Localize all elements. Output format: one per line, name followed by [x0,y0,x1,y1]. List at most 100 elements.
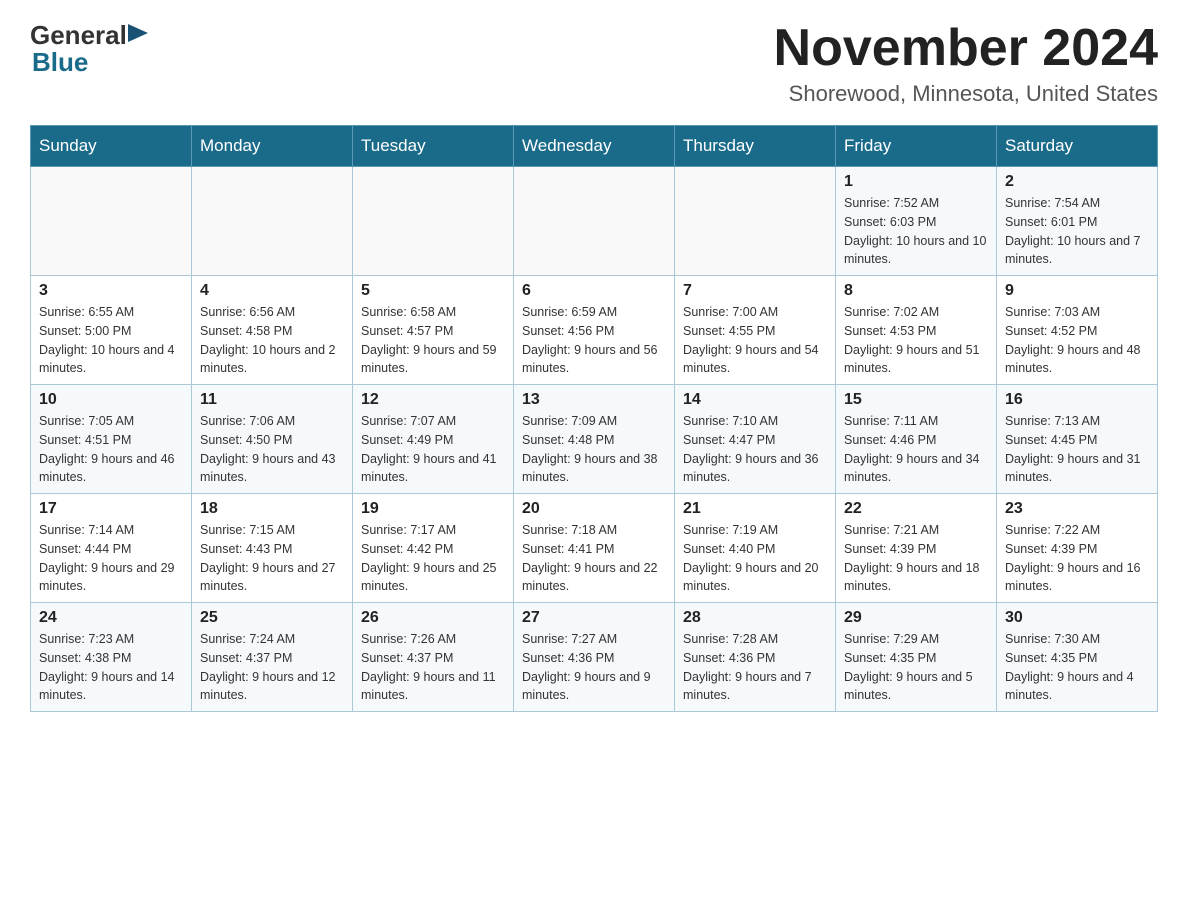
month-title: November 2024 [774,20,1158,77]
day-info: Sunrise: 7:07 AMSunset: 4:49 PMDaylight:… [361,412,505,487]
weekday-header-monday: Monday [192,126,353,167]
day-number: 14 [683,391,827,409]
day-number: 2 [1005,173,1149,191]
day-number: 8 [844,282,988,300]
weekday-header-wednesday: Wednesday [514,126,675,167]
day-number: 13 [522,391,666,409]
location-subtitle: Shorewood, Minnesota, United States [774,81,1158,107]
calendar-cell: 7 Sunrise: 7:00 AMSunset: 4:55 PMDaylight… [675,276,836,385]
day-info: Sunrise: 6:55 AMSunset: 5:00 PMDaylight:… [39,303,183,378]
day-info: Sunrise: 7:23 AMSunset: 4:38 PMDaylight:… [39,630,183,705]
day-number: 6 [522,282,666,300]
calendar-cell: 8 Sunrise: 7:02 AMSunset: 4:53 PMDaylight… [836,276,997,385]
day-info: Sunrise: 7:00 AMSunset: 4:55 PMDaylight:… [683,303,827,378]
calendar-cell: 18 Sunrise: 7:15 AMSunset: 4:43 PMDayligh… [192,494,353,603]
calendar-cell: 24 Sunrise: 7:23 AMSunset: 4:38 PMDayligh… [31,603,192,712]
day-number: 25 [200,609,344,627]
day-number: 23 [1005,500,1149,518]
calendar-cell: 27 Sunrise: 7:27 AMSunset: 4:36 PMDayligh… [514,603,675,712]
day-info: Sunrise: 7:02 AMSunset: 4:53 PMDaylight:… [844,303,988,378]
day-info: Sunrise: 7:18 AMSunset: 4:41 PMDaylight:… [522,521,666,596]
day-number: 27 [522,609,666,627]
day-number: 24 [39,609,183,627]
day-number: 7 [683,282,827,300]
day-info: Sunrise: 7:13 AMSunset: 4:45 PMDaylight:… [1005,412,1149,487]
calendar-cell: 22Sunrise: 7:21 AMSunset: 4:39 PMDayligh… [836,494,997,603]
day-number: 3 [39,282,183,300]
day-info: Sunrise: 7:17 AMSunset: 4:42 PMDaylight:… [361,521,505,596]
day-info: Sunrise: 7:26 AMSunset: 4:37 PMDaylight:… [361,630,505,705]
calendar-cell: 13 Sunrise: 7:09 AMSunset: 4:48 PMDayligh… [514,385,675,494]
day-number: 4 [200,282,344,300]
day-info: Sunrise: 7:06 AMSunset: 4:50 PMDaylight:… [200,412,344,487]
day-info: Sunrise: 7:52 AMSunset: 6:03 PMDaylight:… [844,194,988,269]
day-info: Sunrise: 6:58 AMSunset: 4:57 PMDaylight:… [361,303,505,378]
day-number: 11 [200,391,344,409]
day-info: Sunrise: 7:03 AMSunset: 4:52 PMDaylight:… [1005,303,1149,378]
day-info: Sunrise: 7:19 AMSunset: 4:40 PMDaylight:… [683,521,827,596]
week-row-1: 1Sunrise: 7:52 AMSunset: 6:03 PMDaylight… [31,167,1158,276]
calendar-cell: 11 Sunrise: 7:06 AMSunset: 4:50 PMDayligh… [192,385,353,494]
weekday-header-saturday: Saturday [997,126,1158,167]
day-info: Sunrise: 7:10 AMSunset: 4:47 PMDaylight:… [683,412,827,487]
day-info: Sunrise: 7:54 AMSunset: 6:01 PMDaylight:… [1005,194,1149,269]
calendar-cell: 25Sunrise: 7:24 AMSunset: 4:37 PMDayligh… [192,603,353,712]
day-number: 15 [844,391,988,409]
day-number: 29 [844,609,988,627]
calendar-cell: 14 Sunrise: 7:10 AMSunset: 4:47 PMDayligh… [675,385,836,494]
logo-blue-text: Blue [32,47,88,77]
day-info: Sunrise: 6:56 AMSunset: 4:58 PMDaylight:… [200,303,344,378]
calendar-cell: 29 Sunrise: 7:29 AMSunset: 4:35 PMDayligh… [836,603,997,712]
calendar-cell [192,167,353,276]
weekday-header-tuesday: Tuesday [353,126,514,167]
calendar-cell: 30 Sunrise: 7:30 AMSunset: 4:35 PMDayligh… [997,603,1158,712]
day-info: Sunrise: 7:22 AMSunset: 4:39 PMDaylight:… [1005,521,1149,596]
day-info: Sunrise: 7:29 AMSunset: 4:35 PMDaylight:… [844,630,988,705]
calendar-cell: 28Sunrise: 7:28 AMSunset: 4:36 PMDayligh… [675,603,836,712]
day-info: Sunrise: 7:27 AMSunset: 4:36 PMDaylight:… [522,630,666,705]
day-number: 5 [361,282,505,300]
weekday-header-sunday: Sunday [31,126,192,167]
logo-area: General Blue [30,20,149,78]
calendar-cell: 10Sunrise: 7:05 AMSunset: 4:51 PMDayligh… [31,385,192,494]
calendar-cell: 21 Sunrise: 7:19 AMSunset: 4:40 PMDayligh… [675,494,836,603]
calendar-cell [31,167,192,276]
calendar-table: SundayMondayTuesdayWednesdayThursdayFrid… [30,125,1158,712]
calendar-cell: 23 Sunrise: 7:22 AMSunset: 4:39 PMDayligh… [997,494,1158,603]
logo-arrow-icon [128,22,148,49]
day-info: Sunrise: 6:59 AMSunset: 4:56 PMDaylight:… [522,303,666,378]
day-info: Sunrise: 7:11 AMSunset: 4:46 PMDaylight:… [844,412,988,487]
day-number: 16 [1005,391,1149,409]
calendar-cell: 16 Sunrise: 7:13 AMSunset: 4:45 PMDayligh… [997,385,1158,494]
calendar-cell: 26 Sunrise: 7:26 AMSunset: 4:37 PMDayligh… [353,603,514,712]
day-number: 18 [200,500,344,518]
calendar-cell [514,167,675,276]
calendar-cell: 2 Sunrise: 7:54 AMSunset: 6:01 PMDaylight… [997,167,1158,276]
day-number: 20 [522,500,666,518]
day-number: 12 [361,391,505,409]
day-info: Sunrise: 7:30 AMSunset: 4:35 PMDaylight:… [1005,630,1149,705]
calendar-cell: 15 Sunrise: 7:11 AMSunset: 4:46 PMDayligh… [836,385,997,494]
day-info: Sunrise: 7:15 AMSunset: 4:43 PMDaylight:… [200,521,344,596]
calendar-cell [675,167,836,276]
calendar-cell: 4 Sunrise: 6:56 AMSunset: 4:58 PMDaylight… [192,276,353,385]
calendar-cell: 6 Sunrise: 6:59 AMSunset: 4:56 PMDaylight… [514,276,675,385]
day-info: Sunrise: 7:09 AMSunset: 4:48 PMDaylight:… [522,412,666,487]
day-number: 21 [683,500,827,518]
calendar-cell [353,167,514,276]
day-number: 19 [361,500,505,518]
day-number: 10 [39,391,183,409]
day-number: 17 [39,500,183,518]
day-number: 30 [1005,609,1149,627]
day-info: Sunrise: 7:14 AMSunset: 4:44 PMDaylight:… [39,521,183,596]
calendar-cell: 3 Sunrise: 6:55 AMSunset: 5:00 PMDaylight… [31,276,192,385]
weekday-header-friday: Friday [836,126,997,167]
calendar-cell: 17 Sunrise: 7:14 AMSunset: 4:44 PMDayligh… [31,494,192,603]
calendar-cell: 9Sunrise: 7:03 AMSunset: 4:52 PMDaylight… [997,276,1158,385]
day-info: Sunrise: 7:21 AMSunset: 4:39 PMDaylight:… [844,521,988,596]
day-number: 26 [361,609,505,627]
week-row-3: 10Sunrise: 7:05 AMSunset: 4:51 PMDayligh… [31,385,1158,494]
calendar-cell: 12 Sunrise: 7:07 AMSunset: 4:49 PMDayligh… [353,385,514,494]
week-row-2: 3 Sunrise: 6:55 AMSunset: 5:00 PMDaylight… [31,276,1158,385]
day-info: Sunrise: 7:28 AMSunset: 4:36 PMDaylight:… [683,630,827,705]
